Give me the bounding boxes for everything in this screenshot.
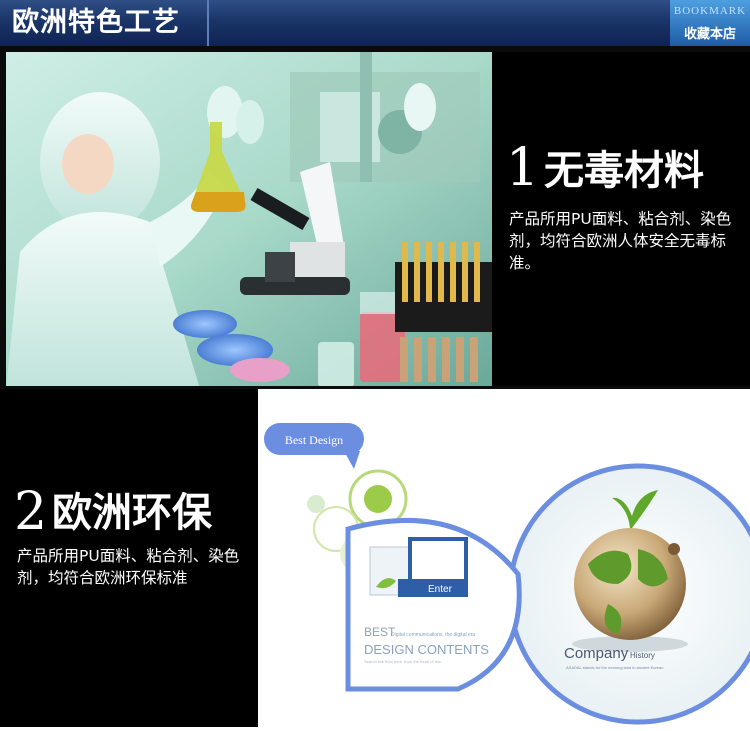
section-title: 欧洲特色工艺 xyxy=(12,7,180,38)
design-contents-label: DESIGN CONTENTS xyxy=(364,642,489,657)
bookmark-label-cn[interactable]: 收藏本店 xyxy=(672,23,748,42)
bookmark-label-en[interactable]: BOOKMARK xyxy=(672,5,748,17)
feature-number: 1 xyxy=(506,138,540,198)
feature-number: 2 xyxy=(14,482,48,542)
design-graphic: Best Design Enter BEST Digital communica… xyxy=(258,389,750,727)
feature-panel-1: 1 无毒材料 产品所用PU面料、粘合剂、染色剂，均符合欧洲人体安全无毒标准。 xyxy=(492,52,750,389)
history-label: History xyxy=(630,651,655,660)
lab-photo xyxy=(0,52,492,389)
design-small-text: Search link from here, from the heart of… xyxy=(364,659,441,664)
header-divider xyxy=(207,0,209,46)
feature-description: 产品所用PU面料、粘合剂、染色剂，均符合欧洲环保标准 xyxy=(17,547,240,587)
company-label: Company xyxy=(564,645,629,662)
feature-title: 欧洲环保 xyxy=(52,490,212,536)
company-small-text: ASADAL stands for the morning land in an… xyxy=(566,665,663,670)
lab-scene-image xyxy=(6,52,492,389)
bubble-label: Best Design xyxy=(285,433,343,447)
feature-title: 无毒材料 xyxy=(544,148,704,194)
feature-panel-2: 2 欧洲环保 产品所用PU面料、粘合剂、染色剂，均符合欧洲环保标准 xyxy=(0,389,258,727)
best-subtitle: Digital communications, the digital era xyxy=(391,632,475,638)
enter-label: Enter xyxy=(428,584,453,595)
design-illustration: Best Design Enter BEST Digital communica… xyxy=(264,423,750,725)
feature-description: 产品所用PU面料、粘合剂、染色剂，均符合欧洲人体安全无毒标准。 xyxy=(509,210,732,272)
